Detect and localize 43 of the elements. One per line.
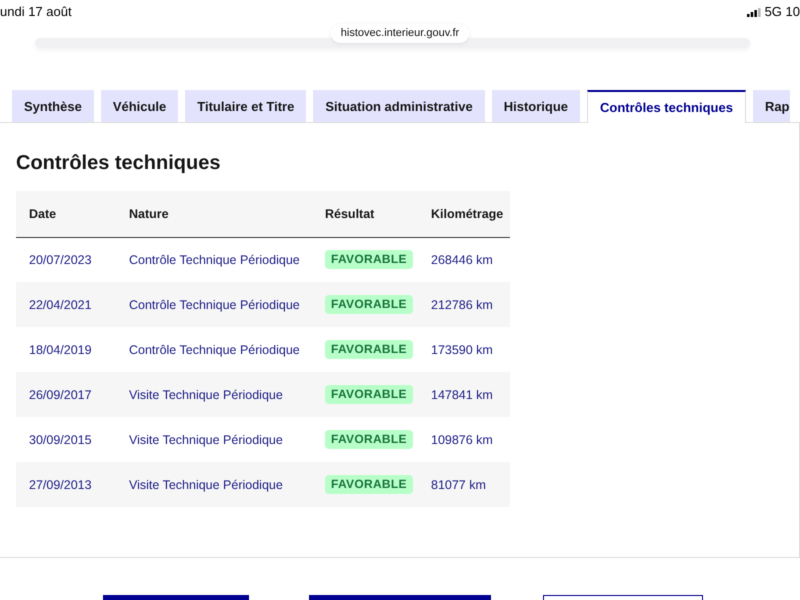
column-header: Kilométrage [431, 191, 510, 237]
date-cell: 20/07/2023 [16, 237, 129, 282]
mileage-cell: 147841 km [431, 372, 510, 417]
nature-cell: Visite Technique Périodique [129, 372, 325, 417]
tab[interactable]: Titulaire et Titre [185, 90, 306, 122]
tab[interactable]: Synthèse [12, 90, 94, 122]
section-title: Contrôles techniques [16, 151, 220, 175]
column-header: Date [16, 191, 129, 237]
column-header: Résultat [325, 191, 431, 237]
mileage-cell: 268446 km [431, 237, 510, 282]
date-cell: 30/09/2015 [16, 417, 129, 462]
result-badge: FAVORABLE [325, 250, 413, 270]
mileage-cell: 173590 km [431, 327, 510, 372]
network-indicator: 5G 10 [764, 4, 800, 20]
mileage-cell: 81077 km [431, 462, 510, 507]
result-badge: FAVORABLE [325, 295, 413, 314]
result-badge: FAVORABLE [325, 340, 413, 359]
nature-cell: Visite Technique Périodique [129, 417, 325, 462]
result-badge: FAVORABLE [325, 385, 413, 404]
date-cell: 18/04/2019 [16, 327, 129, 372]
result-badge: FAVORABLE [325, 430, 413, 449]
date-cell: 27/09/2013 [16, 462, 129, 507]
nature-cell: Contrôle Technique Périodique [129, 237, 325, 282]
address-bar[interactable]: histovec.interieur.gouv.fr [330, 24, 470, 43]
status-date: undi 17 août [0, 4, 72, 20]
secondary-button[interactable] [543, 595, 703, 600]
nature-cell: Contrôle Technique Périodique [129, 327, 325, 372]
tab[interactable]: Contrôles techniques [587, 90, 746, 123]
primary-button[interactable] [309, 595, 491, 600]
primary-button[interactable] [103, 595, 249, 600]
tab[interactable]: Situation administrative [313, 90, 485, 122]
date-cell: 22/04/2021 [16, 282, 129, 327]
result-badge: FAVORABLE [325, 475, 413, 494]
date-cell: 26/09/2017 [16, 372, 129, 417]
signal-icon [746, 8, 761, 16]
mileage-cell: 109876 km [431, 417, 510, 462]
nature-cell: Visite Technique Périodique [129, 462, 325, 507]
nature-cell: Contrôle Technique Périodique [129, 282, 325, 327]
column-header: Nature [129, 191, 325, 237]
tab[interactable]: Historique [492, 90, 580, 122]
mileage-cell: 212786 km [431, 282, 510, 327]
tab[interactable]: Rap [752, 90, 790, 122]
tab[interactable]: Véhicule [100, 90, 178, 122]
